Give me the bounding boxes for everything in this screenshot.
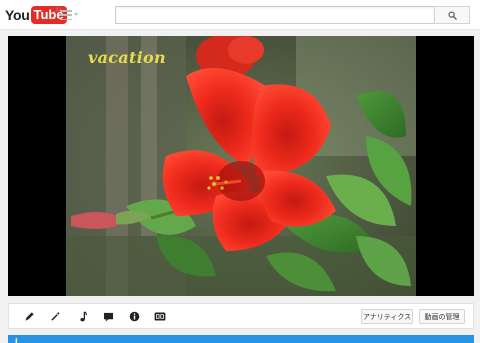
cc-icon[interactable]: [153, 310, 166, 323]
pencil-icon[interactable]: [23, 310, 36, 323]
hibiscus-flower-image: [66, 36, 416, 296]
search-input[interactable]: [115, 6, 435, 24]
search-icon: [447, 10, 457, 20]
video-player[interactable]: vacation: [8, 36, 474, 296]
chevron-down-icon: [74, 13, 78, 16]
speech-bubble-icon[interactable]: [102, 310, 115, 323]
info-icon[interactable]: [128, 310, 141, 323]
youtube-logo[interactable]: You Tube JP: [5, 6, 67, 24]
search-button[interactable]: [434, 6, 470, 24]
notice-info-icon: i: [15, 337, 18, 343]
music-note-icon[interactable]: [76, 310, 89, 323]
guide-menu-icon[interactable]: [60, 10, 72, 20]
analytics-button[interactable]: アナリティクス: [361, 309, 413, 324]
video-manager-button[interactable]: 動画の管理: [419, 309, 465, 324]
masthead: You Tube JP: [0, 0, 480, 30]
video-caption-text: vacation: [88, 48, 166, 67]
logo-you-text: You: [5, 7, 30, 23]
video-toolbar: アナリティクス 動画の管理: [8, 303, 474, 329]
video-frame[interactable]: vacation: [66, 36, 416, 296]
notice-bar: i: [8, 335, 474, 343]
magic-wand-icon[interactable]: [49, 310, 62, 323]
